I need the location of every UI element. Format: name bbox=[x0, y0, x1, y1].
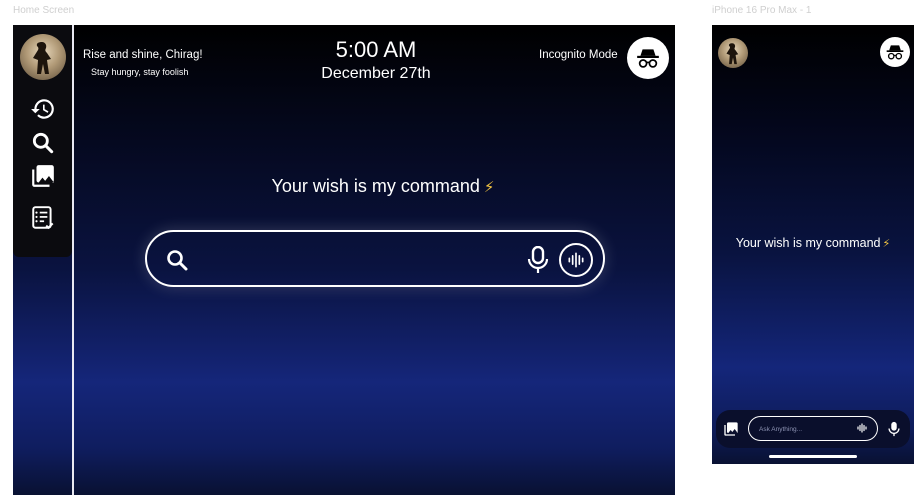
incognito-label: Incognito Mode bbox=[539, 49, 618, 61]
phone-waveform-icon[interactable] bbox=[855, 422, 869, 434]
search-input[interactable] bbox=[199, 244, 523, 276]
sidebar-divider bbox=[72, 25, 74, 495]
clock-time: 5:00 AM bbox=[335, 37, 417, 62]
frame-label-iphone: iPhone 16 Pro Max - 1 bbox=[712, 5, 812, 16]
incognito-icon bbox=[637, 49, 659, 68]
phone-ask-input[interactable] bbox=[757, 420, 851, 438]
history-icon[interactable] bbox=[30, 96, 56, 122]
greeting-text: Rise and shine, Chirag! bbox=[83, 49, 203, 61]
avatar-silhouette bbox=[33, 42, 51, 74]
search-bar-search-icon[interactable] bbox=[165, 248, 189, 272]
phone-incognito-button[interactable] bbox=[880, 37, 910, 67]
incognito-button[interactable] bbox=[627, 37, 669, 79]
phone-lightning-bolt-icon: ⚡ bbox=[882, 238, 891, 250]
home-indicator bbox=[769, 455, 857, 458]
microphone-icon[interactable] bbox=[527, 246, 549, 274]
phone-avatar-silhouette bbox=[726, 43, 739, 65]
lightning-bolt-icon: ⚡ bbox=[483, 179, 495, 196]
checklist-icon[interactable] bbox=[30, 205, 56, 231]
waveform-icon bbox=[568, 252, 584, 268]
phone-wish-heading: Your wish is my command ⚡ bbox=[712, 236, 914, 250]
iphone-screen: Your wish is my command ⚡ bbox=[712, 25, 914, 464]
wish-text: Your wish is my command bbox=[271, 176, 480, 196]
frame-label-home-screen: Home Screen bbox=[13, 5, 75, 16]
search-icon[interactable] bbox=[30, 130, 56, 156]
phone-avatar[interactable] bbox=[718, 38, 748, 68]
phone-incognito-icon bbox=[886, 45, 904, 60]
phone-microphone-icon[interactable] bbox=[888, 421, 900, 437]
avatar[interactable] bbox=[20, 34, 66, 80]
phone-wish-text: Your wish is my command bbox=[735, 236, 881, 250]
wish-heading: Your wish is my command ⚡ bbox=[143, 176, 623, 197]
gallery-icon[interactable] bbox=[30, 163, 56, 189]
home-screen: Rise and shine, Chirag! Stay hungry, sta… bbox=[13, 25, 675, 495]
search-bar bbox=[145, 230, 605, 287]
motto-text: Stay hungry, stay foolish bbox=[91, 67, 189, 77]
phone-ask-bar bbox=[748, 416, 878, 441]
phone-gallery-icon[interactable] bbox=[723, 421, 739, 437]
voice-mode-button[interactable] bbox=[559, 243, 593, 277]
clock-date: December 27th bbox=[321, 65, 431, 82]
